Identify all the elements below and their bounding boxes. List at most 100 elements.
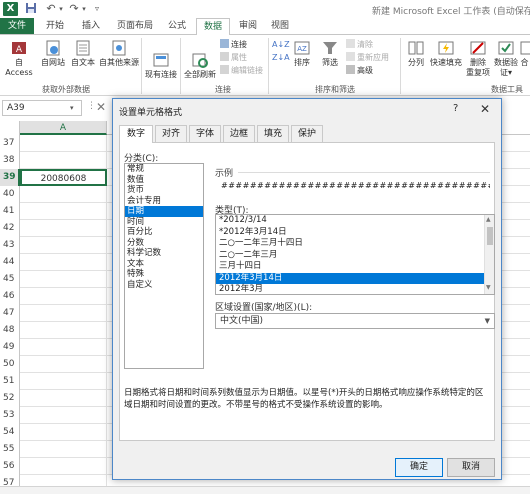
grid-cell[interactable]	[20, 356, 107, 373]
row-header[interactable]: 49	[0, 339, 20, 356]
formula-bar-grip[interactable]: ⋮	[87, 101, 96, 111]
advanced-button[interactable]: 高级	[346, 65, 373, 76]
row-header[interactable]: 48	[0, 322, 20, 339]
consolidate-button[interactable]: 合	[519, 37, 530, 68]
reapply-button[interactable]: 重新应用	[346, 52, 389, 63]
undo-dropdown-icon[interactable]: ▾	[57, 2, 65, 16]
remove-duplicates-button[interactable]: 删除 重复项	[464, 37, 492, 78]
existing-connections-button[interactable]: 现有连接	[143, 49, 179, 80]
help-button[interactable]: ?	[453, 103, 458, 114]
close-icon[interactable]: ✕	[480, 102, 490, 116]
grid-cell[interactable]	[20, 424, 107, 441]
grid-cell[interactable]	[20, 458, 107, 475]
grid-cell[interactable]	[20, 441, 107, 458]
select-all-corner[interactable]	[0, 121, 20, 135]
row-header[interactable]: 55	[0, 441, 20, 458]
grid-cell[interactable]	[20, 339, 107, 356]
row-header[interactable]: 52	[0, 390, 20, 407]
row-header[interactable]: 38	[0, 152, 20, 169]
tab-home[interactable]: 开始	[40, 18, 70, 34]
ok-button[interactable]: 确定	[395, 458, 443, 477]
row-header[interactable]: 54	[0, 424, 20, 441]
tab-data[interactable]: 数据	[196, 18, 230, 35]
column-header-a[interactable]: A	[20, 121, 107, 135]
cell-a39[interactable]: 20080608	[20, 169, 107, 186]
grid-cell[interactable]	[20, 373, 107, 390]
tab-insert[interactable]: 插入	[76, 18, 106, 34]
tab-page-layout[interactable]: 页面布局	[112, 18, 158, 34]
category-item-selected[interactable]: 日期	[125, 206, 203, 217]
grid-cell[interactable]	[20, 271, 107, 288]
scroll-down-icon[interactable]: ▼	[486, 284, 491, 291]
type-item[interactable]: 二○一二年三月	[216, 250, 484, 262]
grid-cell[interactable]	[20, 203, 107, 220]
category-item[interactable]: 科学记数	[125, 248, 203, 259]
redo-icon[interactable]: ↷	[67, 2, 81, 16]
cancel-button[interactable]: 取消	[447, 458, 495, 477]
tab-review[interactable]: 审阅	[234, 18, 262, 34]
type-item[interactable]: 2012年3月	[216, 284, 484, 296]
tab-number[interactable]: 数字	[119, 125, 153, 143]
row-header[interactable]: 46	[0, 288, 20, 305]
from-web-button[interactable]: 自网站	[38, 37, 68, 68]
row-header[interactable]: 47	[0, 305, 20, 322]
tab-border[interactable]: 边框	[223, 125, 255, 142]
grid-cell[interactable]	[20, 237, 107, 254]
row-header[interactable]: 51	[0, 373, 20, 390]
category-item[interactable]: 会计专用	[125, 196, 203, 207]
category-item[interactable]: 自定义	[125, 280, 203, 291]
type-item[interactable]: *2012年3月14日	[216, 227, 484, 239]
tab-alignment[interactable]: 对齐	[155, 125, 187, 142]
category-item[interactable]: 货币	[125, 185, 203, 196]
save-icon[interactable]	[24, 2, 38, 16]
from-other-sources-button[interactable]: 自其他来源	[98, 37, 140, 68]
category-item[interactable]: 数值	[125, 175, 203, 186]
grid-cell[interactable]	[20, 152, 107, 169]
row-header[interactable]: 42	[0, 220, 20, 237]
sort-az-icon[interactable]: A↓Z	[272, 39, 290, 50]
flash-fill-button[interactable]: 快速填充	[428, 37, 464, 68]
redo-dropdown-icon[interactable]: ▾	[80, 2, 88, 16]
grid-cell[interactable]	[20, 220, 107, 237]
type-item[interactable]: *2012/3/14	[216, 215, 484, 227]
filter-button[interactable]: 筛选	[318, 37, 342, 68]
row-header[interactable]: 43	[0, 237, 20, 254]
connections-button[interactable]: 连接	[220, 39, 247, 50]
tab-formulas[interactable]: 公式	[162, 18, 192, 34]
tab-file[interactable]: 文件	[0, 18, 34, 34]
grid-cell[interactable]	[20, 390, 107, 407]
row-header[interactable]: 50	[0, 356, 20, 373]
data-validation-button[interactable]: 数据验 证▾	[493, 37, 519, 78]
tab-view[interactable]: 视图	[266, 18, 294, 34]
grid-cell[interactable]	[20, 407, 107, 424]
properties-button[interactable]: 属性	[220, 52, 247, 63]
row-header[interactable]: 56	[0, 458, 20, 475]
row-header[interactable]: 53	[0, 407, 20, 424]
row-header[interactable]: 44	[0, 254, 20, 271]
sort-button[interactable]: AZ 排序	[290, 37, 314, 68]
grid-cell[interactable]	[20, 186, 107, 203]
grid-cell[interactable]	[20, 254, 107, 271]
tab-protection[interactable]: 保护	[291, 125, 323, 142]
sort-za-icon[interactable]: Z↓A	[272, 52, 290, 63]
scroll-thumb[interactable]	[487, 227, 493, 245]
undo-icon[interactable]: ↶	[44, 2, 58, 16]
row-header[interactable]: 40	[0, 186, 20, 203]
chevron-down-icon[interactable]: ▼	[485, 314, 490, 328]
type-list-scrollbar[interactable]: ▲ ▼	[484, 215, 494, 294]
cancel-entry-button[interactable]: ✕	[96, 100, 106, 114]
edit-links-button[interactable]: 编辑链接	[220, 65, 263, 76]
refresh-all-button[interactable]: 全部刷新	[182, 49, 218, 80]
category-item[interactable]: 文本	[125, 259, 203, 270]
clear-button[interactable]: 清除	[346, 39, 373, 50]
locale-select[interactable]: 中文(中国) ▼	[215, 313, 495, 329]
tab-font[interactable]: 字体	[189, 125, 221, 142]
name-box-dropdown-icon[interactable]: ▾	[70, 100, 74, 116]
from-text-button[interactable]: 自文本	[68, 37, 98, 68]
type-list[interactable]: *2012/3/14 *2012年3月14日 二○一二年三月十四日 二○一二年三…	[215, 214, 495, 295]
type-item[interactable]: 三月十四日	[216, 261, 484, 273]
grid-cell[interactable]	[20, 322, 107, 339]
category-item[interactable]: 特殊	[125, 269, 203, 280]
grid-cell[interactable]	[20, 305, 107, 322]
tab-fill[interactable]: 填充	[257, 125, 289, 142]
